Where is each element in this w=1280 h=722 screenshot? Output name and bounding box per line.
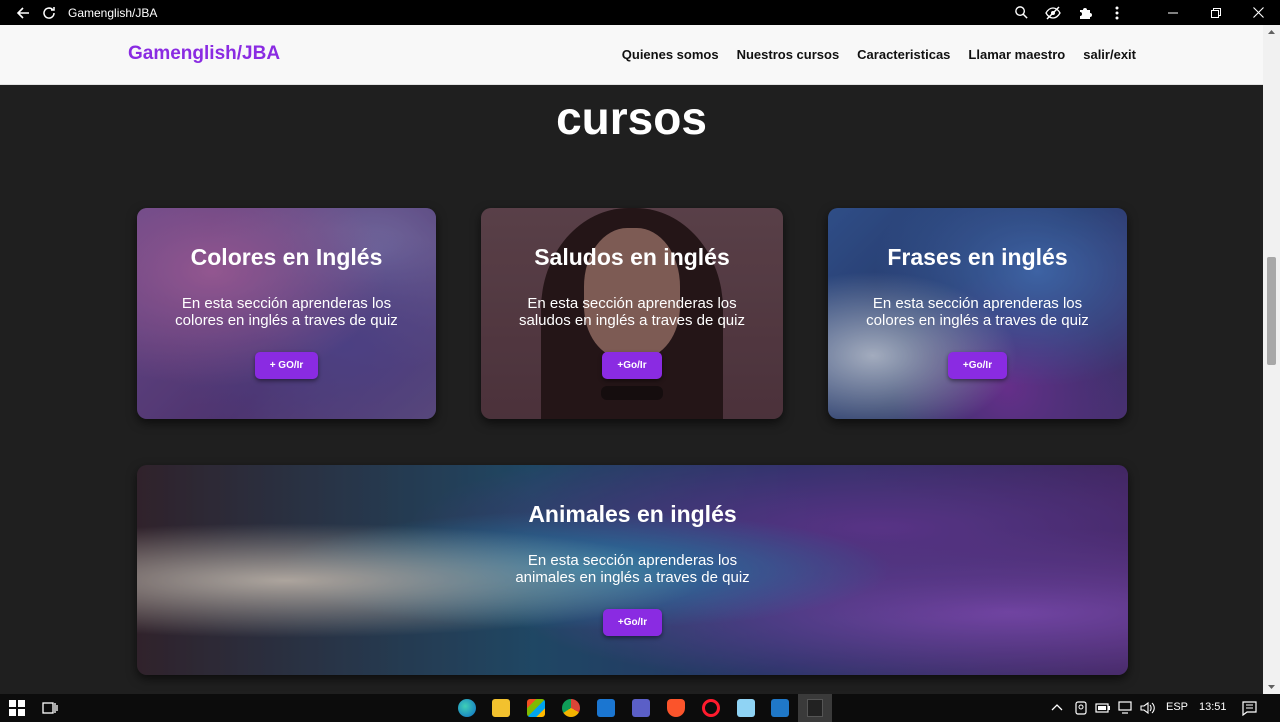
minimize-icon [1167, 12, 1178, 13]
clock[interactable]: 13:51 [1199, 701, 1227, 713]
card-description: En esta sección aprenderas los animales … [515, 552, 750, 586]
eye-slash-icon [1045, 5, 1061, 20]
network-icon[interactable] [1118, 701, 1134, 715]
course-card-frases: Frases en inglés En esta sección aprende… [828, 208, 1127, 419]
file-explorer-icon[interactable] [492, 699, 510, 717]
nav-link-quienes-somos[interactable]: Quienes somos [622, 47, 719, 62]
menu-button[interactable] [1101, 0, 1133, 25]
scroll-up-icon[interactable] [1263, 25, 1280, 39]
chrome-icon[interactable] [562, 699, 580, 717]
nav-links: Quienes somos Nuestros cursos Caracteris… [622, 47, 1136, 62]
nav-link-nuestros-cursos[interactable]: Nuestros cursos [737, 47, 840, 62]
nav-link-llamar-maestro[interactable]: Llamar maestro [968, 47, 1065, 62]
store-app-icon[interactable] [527, 699, 545, 717]
notifications-icon[interactable] [1242, 701, 1257, 716]
restore-icon [1210, 7, 1221, 18]
go-button[interactable]: +Go/Ir [947, 352, 1008, 379]
chevron-up-icon[interactable] [1051, 703, 1063, 711]
window-title: Gamenglish/JBA [68, 5, 158, 20]
course-card-colores: Colores en Inglés En esta sección aprend… [137, 208, 436, 419]
card-description: En esta sección aprenderas los colores e… [175, 295, 398, 329]
card-title: Saludos en inglés [534, 244, 730, 270]
mail-icon[interactable] [597, 699, 615, 717]
go-button[interactable]: +Go/Ir [602, 352, 662, 379]
minimize-button[interactable] [1151, 0, 1194, 25]
card-title: Colores en Inglés [190, 244, 383, 270]
course-card-saludos: Saludos en inglés En esta sección aprend… [481, 208, 783, 419]
site-navbar: Gamenglish/JBA Quienes somos Nuestros cu… [0, 25, 1263, 85]
meet-now-icon[interactable] [1074, 701, 1088, 715]
site-logo[interactable]: Gamenglish/JBA [128, 43, 280, 65]
active-app-tile[interactable] [798, 694, 832, 722]
input-language[interactable]: ESP [1166, 701, 1188, 713]
teams-icon[interactable] [632, 699, 650, 717]
search-icon [1014, 6, 1028, 19]
more-vertical-icon [1115, 6, 1119, 19]
app-icon [807, 699, 823, 717]
course-card-animales: Animales en inglés En esta sección apren… [137, 465, 1128, 675]
go-button[interactable]: + GO/Ir [254, 352, 319, 379]
close-icon [1253, 7, 1264, 18]
card-title: Animales en inglés [528, 501, 737, 527]
restore-button[interactable] [1194, 0, 1237, 25]
notepad-icon[interactable] [737, 699, 755, 717]
browser-titlebar: Gamenglish/JBA [0, 0, 1280, 25]
extensions-button[interactable] [1069, 0, 1101, 25]
reload-button[interactable] [36, 0, 62, 25]
photos-icon[interactable] [771, 699, 789, 717]
edge-app-icon[interactable] [458, 699, 476, 717]
section-title: cursos [556, 92, 707, 144]
puzzle-icon [1080, 7, 1092, 19]
card-description: En esta sección aprenderas los saludos e… [519, 295, 745, 329]
card-title: Frases en inglés [887, 244, 1068, 270]
volume-icon[interactable] [1140, 701, 1156, 715]
card-description: En esta sección aprenderas los colores e… [866, 295, 1089, 329]
scroll-down-icon[interactable] [1263, 680, 1280, 694]
nav-link-caracteristicas[interactable]: Caracteristicas [857, 47, 950, 62]
close-button[interactable] [1237, 0, 1280, 25]
windows-logo-icon [9, 700, 25, 716]
start-button[interactable] [9, 700, 25, 721]
go-button[interactable]: +Go/Ir [602, 609, 663, 636]
task-view-button[interactable] [42, 700, 58, 721]
back-arrow-icon [16, 6, 29, 19]
brave-icon[interactable] [667, 699, 685, 717]
back-button[interactable] [10, 0, 36, 25]
battery-icon[interactable] [1095, 702, 1111, 714]
windows-taskbar: ESP 13:51 [0, 694, 1280, 722]
nav-link-salir[interactable]: salir/exit [1083, 47, 1136, 62]
zoom-button[interactable] [1005, 0, 1037, 25]
page-viewport: Gamenglish/JBA Quienes somos Nuestros cu… [0, 25, 1263, 694]
tracking-prevention-button[interactable] [1037, 0, 1069, 25]
reload-icon [43, 6, 55, 19]
vertical-scrollbar[interactable] [1263, 25, 1280, 694]
task-view-icon [42, 702, 58, 714]
scrollbar-thumb[interactable] [1267, 257, 1276, 365]
opera-icon[interactable] [702, 699, 720, 717]
